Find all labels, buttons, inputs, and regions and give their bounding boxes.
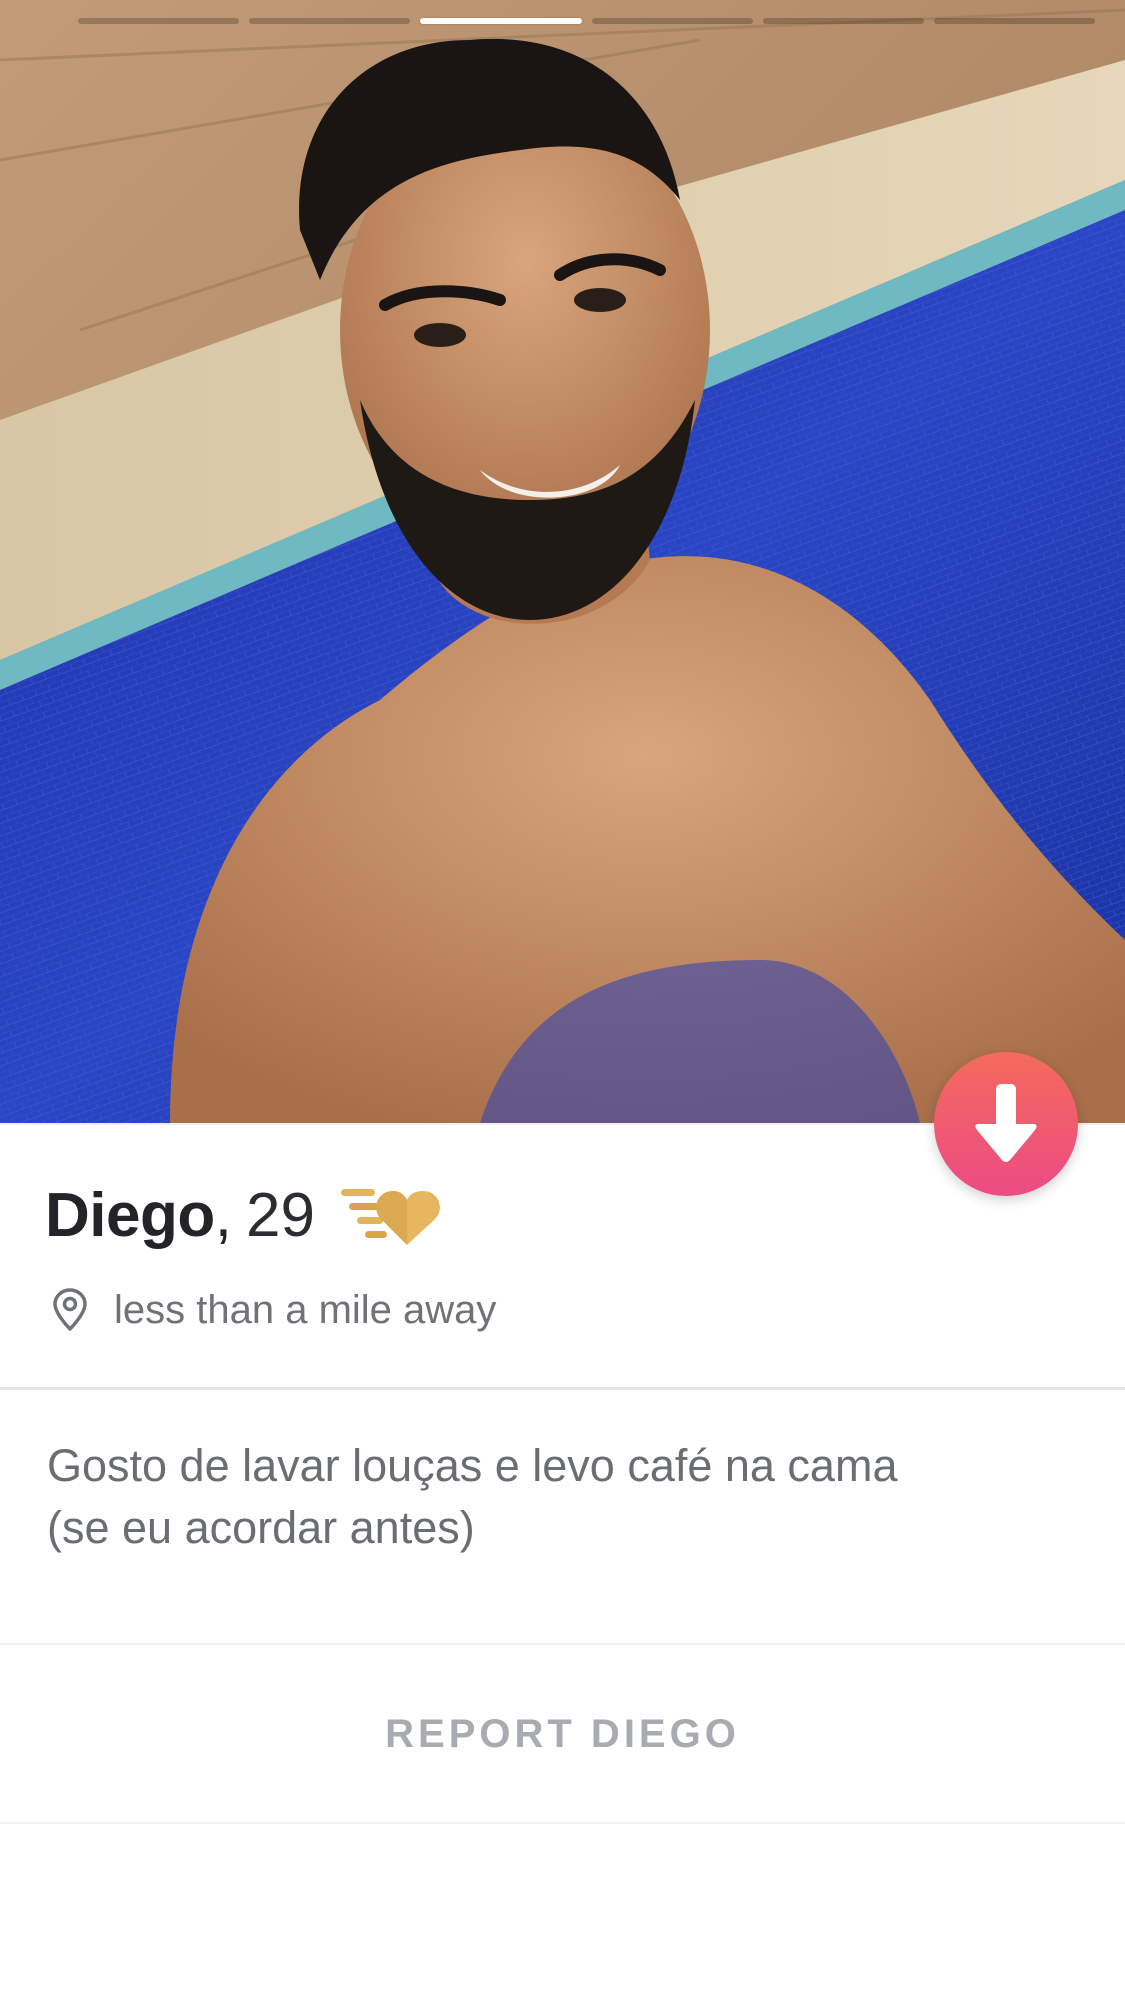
bio-line: Gosto de lavar louças e levo café na cam… [47, 1440, 898, 1491]
profile-age: 29 [245, 1180, 315, 1250]
distance-text: less than a mile away [114, 1287, 497, 1332]
photo-illustration [0, 0, 1125, 1123]
location-pin-icon [53, 1288, 87, 1331]
photo-indicator[interactable] [933, 18, 1096, 24]
arrow-down-icon [975, 1084, 1037, 1162]
photo-indicator[interactable] [249, 18, 411, 24]
collapse-profile-button[interactable] [934, 1052, 1078, 1196]
distance-row: less than a mile away [50, 1280, 496, 1340]
photo-indicator[interactable] [78, 18, 240, 24]
photo-indicators [78, 18, 1096, 26]
report-user-button[interactable]: REPORT DIEGO [0, 1645, 1125, 1823]
photo-indicator-active[interactable] [420, 18, 582, 24]
super-like-heart-icon [340, 1183, 449, 1247]
photo-indicator[interactable] [591, 18, 753, 24]
name-row: Diego , 29 [45, 1175, 449, 1255]
section-divider [0, 1822, 1125, 1824]
section-divider [0, 1387, 1125, 1390]
profile-bio: Gosto de lavar louças e levo café na cam… [47, 1435, 1047, 1559]
profile-photo[interactable] [0, 0, 1125, 1123]
photo-indicator[interactable] [762, 18, 924, 24]
name-age-separator: , [214, 1180, 232, 1250]
bio-line: (se eu acordar antes) [47, 1502, 475, 1553]
profile-page: Diego , 29 less than a mile away Gosto d… [0, 0, 1125, 2001]
profile-name: Diego [45, 1180, 215, 1250]
